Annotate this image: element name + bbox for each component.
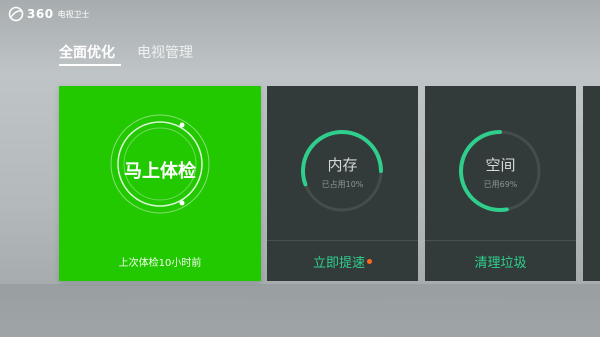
memory-usage-text: 已占用10% bbox=[321, 180, 364, 189]
checkup-button-label: 马上体检 bbox=[124, 161, 196, 182]
checkup-card[interactable]: 马上体检 上次体检10小时前 bbox=[59, 86, 261, 281]
tab-bar: 全面优化 电视管理 bbox=[59, 42, 193, 62]
active-tab-indicator bbox=[59, 64, 121, 66]
notification-dot-icon bbox=[367, 258, 372, 264]
floor-reflection bbox=[0, 284, 600, 337]
brand-name: 电视卫士 bbox=[57, 9, 90, 19]
clean-junk-button[interactable]: 清理垃圾 bbox=[425, 240, 576, 281]
app-logo: 360 电视卫士 bbox=[8, 6, 90, 22]
memory-card[interactable]: 内存 已占用10% 立即提速 bbox=[267, 86, 418, 281]
space-card[interactable]: 空间 已用69% 清理垃圾 bbox=[425, 86, 576, 281]
logo-icon bbox=[8, 6, 24, 22]
last-checkup-text: 上次体检10小时前 bbox=[118, 257, 202, 269]
next-card-partial[interactable] bbox=[583, 86, 600, 281]
tab-tv-manage[interactable]: 电视管理 bbox=[137, 42, 193, 62]
space-title: 空间 bbox=[485, 156, 516, 174]
brand-number: 360 bbox=[27, 7, 54, 21]
memory-title: 内存 bbox=[327, 156, 358, 174]
speed-up-label: 立即提速 bbox=[312, 255, 365, 271]
space-usage-text: 已用69% bbox=[483, 180, 518, 189]
speed-up-button[interactable]: 立即提速 bbox=[267, 240, 418, 281]
clean-junk-label: 清理垃圾 bbox=[474, 255, 527, 271]
tab-full-optimize[interactable]: 全面优化 bbox=[59, 42, 115, 62]
